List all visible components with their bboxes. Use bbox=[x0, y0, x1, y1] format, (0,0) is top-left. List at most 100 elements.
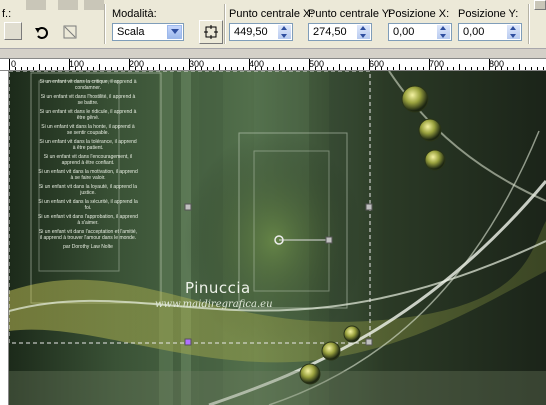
preset-button[interactable] bbox=[4, 22, 22, 40]
mode-select[interactable]: Scala bbox=[112, 23, 184, 41]
center-y-field[interactable]: 274,50 bbox=[308, 23, 372, 41]
poem-line: Si un enfant vit dans la critique, il ap… bbox=[39, 79, 137, 91]
ruler-tick bbox=[345, 67, 346, 70]
ruler-tick bbox=[21, 67, 22, 70]
center-point-button[interactable] bbox=[199, 20, 223, 44]
ruler-tick bbox=[429, 59, 430, 70]
mode-select-value: Scala bbox=[117, 26, 145, 38]
toolbar-left-label: f.: bbox=[2, 8, 12, 20]
ruler-tick bbox=[423, 67, 424, 70]
deform-off-icon[interactable] bbox=[58, 20, 82, 44]
top-icon-3[interactable] bbox=[84, 0, 104, 10]
ruler-tick bbox=[237, 67, 238, 70]
ruler-tick bbox=[153, 67, 154, 70]
ruler-tick bbox=[171, 67, 172, 70]
top-icon-4[interactable] bbox=[534, 0, 546, 10]
ruler-tick bbox=[321, 67, 322, 70]
spin-arrows-icon[interactable] bbox=[437, 25, 450, 39]
ruler-tick bbox=[183, 67, 184, 70]
frame-icon bbox=[204, 25, 218, 39]
ruler-tick bbox=[57, 67, 58, 70]
center-x-field[interactable]: 449,50 bbox=[229, 23, 293, 41]
poem-line: Si un enfant vit dans l'encouragement, i… bbox=[43, 154, 133, 166]
separator bbox=[104, 4, 106, 44]
ruler-tick bbox=[339, 64, 340, 70]
reset-icon[interactable] bbox=[30, 20, 54, 44]
top-icon-2[interactable] bbox=[58, 0, 78, 10]
ruler-tick bbox=[303, 67, 304, 70]
ruler-tick bbox=[141, 67, 142, 70]
ruler-tick bbox=[9, 59, 10, 70]
vertical-ruler[interactable] bbox=[0, 71, 9, 405]
pos-y-field[interactable]: 0,00 bbox=[458, 23, 522, 41]
ruler-tick bbox=[285, 67, 286, 70]
ruler-tick bbox=[261, 67, 262, 70]
ruler-tick bbox=[453, 67, 454, 70]
ruler-tick bbox=[441, 67, 442, 70]
tool-options-bar: f.: Modalità: Scala Punto centrale X: 44… bbox=[0, 0, 546, 49]
poem-line: Si un enfant vit dans le ridicule, il ap… bbox=[39, 109, 137, 121]
chevron-down-icon[interactable] bbox=[167, 25, 182, 39]
ruler-tick bbox=[15, 67, 16, 70]
ruler-tick bbox=[477, 67, 478, 70]
poem-text-block: Si un enfant vit dans la critique, il ap… bbox=[38, 79, 138, 253]
poem-line: Si un enfant vit dans la sécurité, il ap… bbox=[38, 199, 138, 211]
ruler-tick bbox=[381, 67, 382, 70]
poem-line: Si un enfant vit dans la loyauté, il app… bbox=[38, 184, 138, 196]
ruler-tick bbox=[519, 64, 520, 70]
ruler-tick bbox=[51, 67, 52, 70]
ruler-tick bbox=[33, 67, 34, 70]
pos-x-value: 0,00 bbox=[393, 26, 415, 38]
ruler-tick bbox=[195, 67, 196, 70]
center-y-label: Punto centrale Y: bbox=[308, 8, 392, 20]
ruler-tick bbox=[501, 67, 502, 70]
center-x-value: 449,50 bbox=[234, 26, 268, 38]
ruler-tick bbox=[117, 67, 118, 70]
ruler-tick bbox=[375, 67, 376, 70]
image-canvas[interactable]: Si un enfant vit dans la critique, il ap… bbox=[9, 71, 546, 405]
ruler-tick bbox=[465, 67, 466, 70]
spin-arrows-icon[interactable] bbox=[278, 25, 291, 39]
ruler-tick bbox=[111, 67, 112, 70]
ruler-tick bbox=[351, 67, 352, 70]
ruler-tick bbox=[123, 67, 124, 70]
ruler-tick bbox=[219, 64, 220, 70]
ruler-tick bbox=[105, 67, 106, 70]
ruler-tick bbox=[243, 67, 244, 70]
ruler-tick bbox=[309, 59, 310, 70]
pos-x-field[interactable]: 0,00 bbox=[388, 23, 452, 41]
ruler-tick bbox=[75, 67, 76, 70]
pos-y-label: Posizione Y: bbox=[458, 8, 519, 20]
horizontal-ruler[interactable]: 0 100 200 300 400 500 600 700 800 bbox=[0, 58, 546, 71]
top-icon-1[interactable] bbox=[26, 0, 46, 10]
ruler-tick bbox=[231, 67, 232, 70]
ruler-tick bbox=[147, 67, 148, 70]
ruler-tick bbox=[63, 67, 64, 70]
separator bbox=[528, 4, 530, 44]
undo-arrow-icon bbox=[35, 27, 48, 39]
ruler-tick bbox=[165, 67, 166, 70]
ruler-tick bbox=[291, 67, 292, 70]
ruler-tick bbox=[177, 67, 178, 70]
poem-line: Si un enfant vit dans la motivation, il … bbox=[38, 169, 138, 181]
ruler-tick bbox=[279, 64, 280, 70]
poem-line: Si un enfant vit dans l'acceptation et l… bbox=[38, 229, 138, 241]
ruler-tick bbox=[93, 67, 94, 70]
ruler-tick bbox=[495, 67, 496, 70]
spin-arrows-icon[interactable] bbox=[507, 25, 520, 39]
signature-text: Pinuccia bbox=[185, 279, 251, 297]
ruler-tick bbox=[39, 64, 40, 70]
ruler-tick bbox=[297, 67, 298, 70]
center-x-label: Punto centrale X: bbox=[229, 8, 314, 20]
spin-arrows-icon[interactable] bbox=[357, 25, 370, 39]
poem-line: Si un enfant vit dans la tolérance, il a… bbox=[39, 139, 137, 151]
ruler-tick bbox=[471, 67, 472, 70]
ruler-tick bbox=[543, 67, 544, 70]
website-text: www.maidiregrafica.eu bbox=[155, 299, 273, 310]
ruler-tick bbox=[363, 67, 364, 70]
poem-author: par Dorothy Law Nolte bbox=[63, 244, 113, 250]
ruler-tick bbox=[201, 67, 202, 70]
ruler-tick bbox=[369, 59, 370, 70]
ruler-tick bbox=[411, 67, 412, 70]
ruler-tick bbox=[159, 64, 160, 70]
